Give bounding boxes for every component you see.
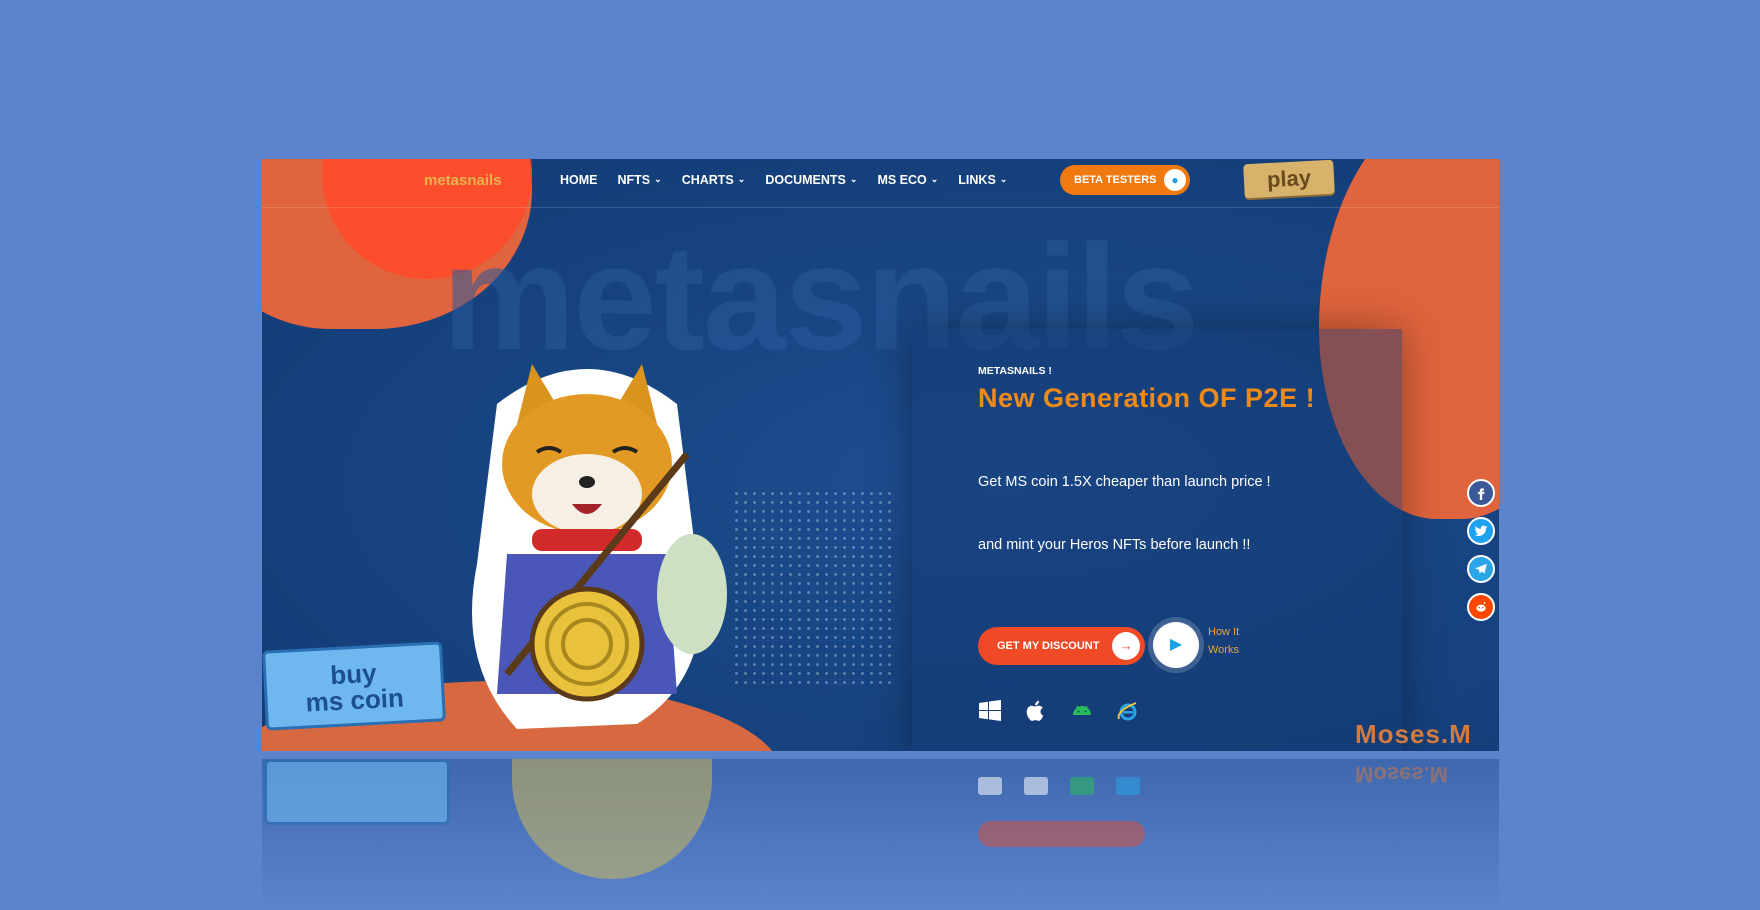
internet-explorer-icon[interactable] [1116,699,1140,723]
apple-icon[interactable] [1024,699,1048,723]
reflection-apple-icon [1024,777,1048,795]
hero-eyebrow: METASNAILS ! [978,365,1052,377]
twitter-icon[interactable] [1467,517,1495,545]
windows-icon[interactable] [978,699,1002,723]
cta-label: GET MY DISCOUNT [997,640,1100,652]
hero-section: metasnails metasnails HOME NFTS ⌄ CHARTS ⌄… [262,159,1499,751]
chevron-down-icon: ⌄ [999,173,1008,184]
nav-item-label: NFTS [617,173,651,187]
nav-item-label: LINKS [958,173,996,187]
social-links [1467,479,1495,621]
buy-sign-line2: ms coin [304,682,405,718]
hero-text-1: Get MS coin 1.5X cheaper than launch pri… [978,474,1271,490]
reflection-windows-icon [978,777,1002,795]
nav-item-label: MS ECO [877,173,927,187]
nav-item-nfts[interactable]: NFTS ⌄ [618,173,662,187]
reddit-icon[interactable] [1467,593,1495,621]
beta-testers-button[interactable]: BETA TESTERS ● [1060,165,1190,195]
reflection-platforms [978,777,1140,795]
chevron-down-icon: ⌄ [930,173,939,184]
chevron-down-icon: ⌄ [654,173,662,184]
nav-item-ms-eco[interactable]: MS ECO ⌄ [877,173,938,187]
reflection-android-icon [1070,777,1094,795]
top-navigation: metasnails HOME NFTS ⌄ CHARTS ⌄ DOCUMENTS ⌄… [262,159,1499,208]
reflection-signature: Moses.M [1355,762,1448,787]
chevron-down-icon: ⌄ [737,173,746,184]
get-my-discount-button[interactable]: GET MY DISCOUNT → [978,627,1145,665]
hero-reflection: Moses.M [262,759,1499,910]
nav-item-label: CHARTS [681,173,734,187]
reflection-cta [978,821,1145,847]
reflection-fox [512,759,712,879]
how-it-works-link[interactable]: How It Works [1208,623,1248,659]
nav-item-label: DOCUMENTS [765,173,846,187]
beta-testers-label: BETA TESTERS [1074,174,1157,186]
nav-item-label: HOME [560,173,598,187]
nav-item-documents[interactable]: DOCUMENTS ⌄ [765,173,857,187]
telegram-icon[interactable] [1467,555,1495,583]
nav-menu: HOME NFTS ⌄ CHARTS ⌄ DOCUMENTS ⌄ MS ECO ⌄ LI… [560,173,1007,187]
buy-ms-coin-sign[interactable]: buy ms coin [262,641,446,731]
fox-character-illustration [472,364,727,729]
dot-pattern [732,489,892,689]
android-icon[interactable] [1070,699,1094,723]
play-video-button[interactable]: ▶ [1153,622,1199,668]
hero-text-2: and mint your Heros NFTs before launch !… [978,537,1251,553]
facebook-icon[interactable] [1467,479,1495,507]
arrow-right-icon: → [1112,632,1140,660]
hero-headline: New Generation OF P2E ! [978,383,1316,413]
platform-icons [978,699,1140,723]
nav-item-home[interactable]: HOME [560,173,598,187]
chevron-down-icon: ⌄ [849,173,858,184]
drop-icon: ● [1164,169,1186,191]
nav-item-links[interactable]: LINKS ⌄ [958,173,1007,187]
play-sign-button[interactable]: play [1243,159,1335,199]
site-logo[interactable]: metasnails [424,172,502,189]
reflection-sign [264,759,450,825]
artist-signature: Moses.M [1355,719,1472,749]
reflection-ie-icon [1116,777,1140,795]
nav-item-charts[interactable]: CHARTS ⌄ [682,173,746,187]
